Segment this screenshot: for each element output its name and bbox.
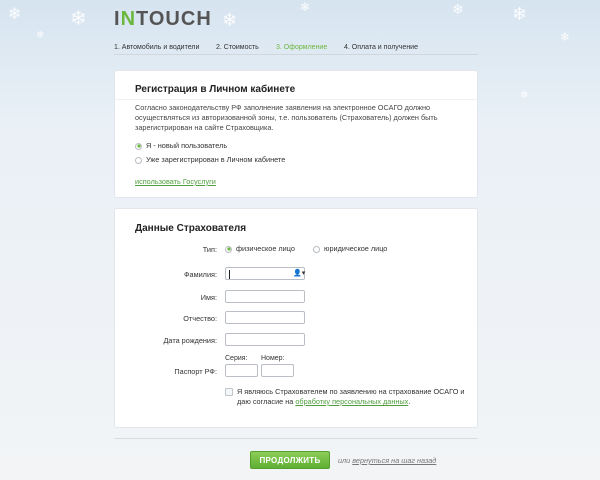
- step-cars-drivers[interactable]: 1. Автомобиль и водители: [114, 44, 199, 51]
- passport-series-input[interactable]: [225, 364, 258, 377]
- snowflake-icon: ❄: [560, 30, 571, 44]
- new-user-option[interactable]: Я - новый пользователь: [135, 141, 227, 150]
- snowflake-icon: ❄: [222, 10, 238, 31]
- intouch-logo[interactable]: INTOUCH: [114, 8, 212, 31]
- passport-number-input[interactable]: [261, 364, 294, 377]
- registration-card: Регистрация в Личном кабинете Согласно з…: [114, 70, 478, 198]
- legal-entity-option[interactable]: юридическое лицо: [313, 244, 387, 253]
- registration-title: Регистрация в Личном кабинете: [135, 84, 296, 95]
- registered-user-option[interactable]: Уже зарегистрирован в Личном кабинете: [135, 155, 285, 164]
- type-label: Тип:: [202, 245, 217, 254]
- snowflake-icon: ❄: [8, 4, 22, 23]
- number-label: Номер:: [261, 355, 285, 362]
- consent-text: Я являюсь Страхователем по заявлению на …: [237, 387, 465, 406]
- continue-button[interactable]: ПРОДОЛЖИТЬ: [250, 451, 330, 469]
- snowflake-icon: ❄: [36, 30, 45, 41]
- snowflake-icon: ❄: [520, 90, 529, 101]
- individual-option[interactable]: физическое лицо: [225, 244, 295, 253]
- patronymic-input[interactable]: [225, 311, 305, 324]
- passport-label: Паспорт РФ:: [174, 367, 217, 376]
- step-cost[interactable]: 2. Стоимость: [216, 44, 259, 51]
- snowflake-icon: ❄: [70, 6, 87, 30]
- gosuslugi-link[interactable]: использовать Госуслуги: [135, 177, 216, 186]
- name-label: Имя:: [200, 293, 217, 302]
- surname-label: Фамилия:: [183, 270, 217, 279]
- name-input[interactable]: [225, 290, 305, 303]
- step-payment: 4. Оплата и получение: [344, 44, 418, 51]
- step-registration: 3. Оформление: [276, 44, 328, 51]
- radio-button[interactable]: [313, 245, 320, 253]
- radio-button-selected[interactable]: [225, 245, 232, 253]
- person-dropdown-icon[interactable]: 👤▾: [293, 269, 305, 277]
- back-nav: или вернуться на шаг назад: [338, 456, 437, 465]
- personal-data-link[interactable]: обработку персональных данных: [295, 397, 408, 406]
- divider: [114, 438, 478, 439]
- divider: [115, 99, 477, 100]
- snowflake-icon: ❄: [300, 0, 311, 14]
- patronymic-label: Отчество:: [183, 314, 217, 323]
- birthdate-input[interactable]: [225, 333, 305, 346]
- radio-button-selected[interactable]: [135, 142, 142, 150]
- birthdate-label: Дата рождения:: [163, 336, 217, 345]
- snowflake-icon: ❄: [452, 2, 464, 18]
- insurer-card: Данные Страхователя Тип: физическое лицо…: [114, 208, 478, 428]
- back-link[interactable]: вернуться на шаг назад: [352, 456, 436, 465]
- consent-checkbox[interactable]: [225, 388, 233, 396]
- snowflake-icon: ❄: [512, 4, 528, 25]
- registration-text: Согласно законодательству РФ заполнение …: [135, 103, 438, 132]
- series-label: Серия:: [225, 355, 248, 362]
- text-cursor: [229, 270, 230, 279]
- progress-steps: 1. Автомобиль и водители 2. Стоимость 3.…: [114, 40, 478, 55]
- radio-button[interactable]: [135, 156, 142, 164]
- insurer-title: Данные Страхователя: [135, 223, 247, 234]
